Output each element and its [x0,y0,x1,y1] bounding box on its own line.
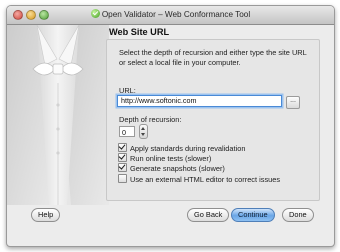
option-label: Use an external HTML editor to correct i… [130,175,281,184]
window-title-area: Open Validator – Web Conformance Tool [7,8,334,22]
app-window: Open Validator – Web Conformance Tool We… [6,5,335,247]
done-button[interactable]: Done [282,208,314,222]
checkbox-run-online-tests[interactable] [118,153,127,162]
green-check-circle-icon [90,9,100,18]
option-label: Generate snapshots (slower) [130,164,225,173]
title-bar[interactable]: Open Validator – Web Conformance Tool [7,6,334,25]
tuxedo-illustration [7,25,109,205]
depth-label: Depth of recursion: [119,115,182,124]
option-external-editor[interactable]: Use an external HTML editor to correct i… [118,174,280,184]
url-input[interactable] [117,95,282,107]
instructions-text: Select the depth of recursion and either… [119,48,307,67]
option-label: Apply standards during revalidation [130,144,246,153]
help-button[interactable]: Help [31,208,61,222]
window-title: Open Validator – Web Conformance Tool [101,10,251,19]
url-label: URL: [119,86,136,95]
checkbox-apply-standards[interactable] [118,143,127,152]
continue-button[interactable]: Continue [231,208,275,222]
page-title: Web Site URL [109,27,170,37]
browse-button[interactable]: ... [286,96,300,109]
checkbox-generate-snapshots[interactable] [118,163,127,172]
depth-input[interactable]: 0 [119,126,135,137]
stepper-down-icon[interactable] [141,133,145,136]
depth-stepper[interactable] [139,124,148,139]
stepper-up-icon[interactable] [141,127,145,130]
option-generate-snapshots[interactable]: Generate snapshots (slower) [118,163,225,173]
option-label: Run online tests (slower) [130,154,212,163]
checkbox-external-editor[interactable] [118,174,127,183]
option-apply-standards[interactable]: Apply standards during revalidation [118,143,245,153]
go-back-button[interactable]: Go Back [187,208,230,222]
option-run-online-tests[interactable]: Run online tests (slower) [118,153,211,163]
